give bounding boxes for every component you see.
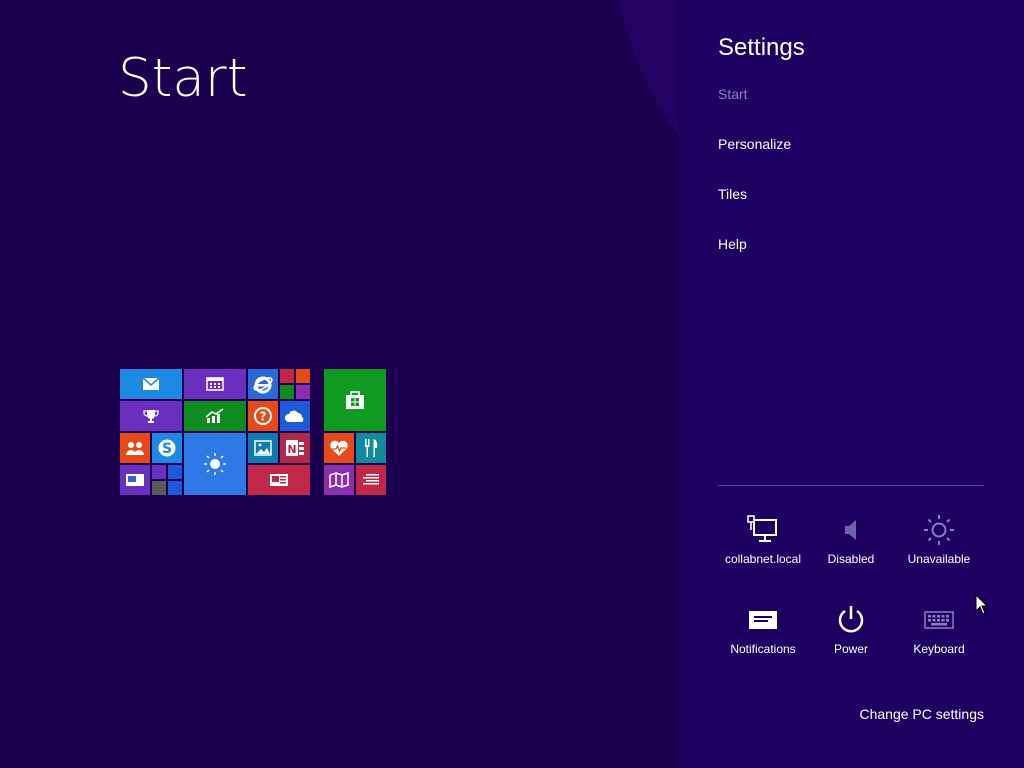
mouse-cursor-icon [975, 594, 989, 615]
settings-menu-tiles[interactable]: Tiles [718, 186, 747, 202]
volume-label: Disabled [827, 552, 875, 566]
chart-icon [205, 408, 224, 423]
food-icon [365, 439, 378, 457]
weather-tile[interactable] [184, 433, 246, 495]
notifications-label: Notifications [730, 642, 796, 656]
onenote-icon: N [286, 440, 304, 456]
skype-tile[interactable]: S [152, 433, 182, 463]
keyboard-icon [924, 611, 954, 629]
photos-tile[interactable] [248, 433, 278, 463]
power-button[interactable]: Power [807, 602, 895, 672]
reading-list-tile[interactable] [356, 465, 386, 495]
internet-explorer-tile[interactable] [248, 369, 278, 399]
notifications-icon [749, 611, 777, 629]
finance-tile[interactable] [184, 401, 246, 431]
svg-text:N: N [287, 443, 296, 456]
settings-menu-personalize[interactable]: Personalize [718, 136, 791, 152]
power-icon [838, 606, 864, 633]
small-tile[interactable] [296, 385, 310, 399]
people-icon [126, 442, 144, 455]
trophy-icon [143, 410, 159, 423]
brightness-icon [924, 515, 954, 545]
food-tile[interactable] [356, 433, 386, 463]
news-icon [270, 474, 288, 486]
network-label: collabnet.local [724, 552, 802, 566]
games-tile[interactable] [120, 401, 182, 431]
news-tile[interactable] [248, 465, 310, 495]
network-icon [747, 515, 777, 542]
heart-icon [330, 440, 348, 456]
keyboard-button[interactable]: Keyboard [895, 602, 983, 672]
calendar-icon [206, 377, 224, 391]
settings-menu-start[interactable]: Start [718, 86, 748, 102]
sun-icon [204, 453, 226, 475]
help-icon: ? [254, 407, 272, 425]
settings-charm-panel: Settings Start Personalize Tiles Help co… [678, 0, 1024, 768]
start-title: Start [118, 48, 248, 109]
notifications-button[interactable]: Notifications [719, 602, 807, 672]
small-tile[interactable] [152, 481, 166, 495]
health-tile[interactable] [324, 433, 354, 463]
skype-icon: S [158, 439, 176, 457]
settings-title: Settings [718, 34, 805, 61]
settings-menu-help[interactable]: Help [718, 236, 747, 252]
background-arc [612, 0, 678, 280]
list-icon [363, 474, 379, 485]
photo-icon [254, 440, 272, 456]
change-pc-settings-link[interactable]: Change PC settings [859, 706, 984, 722]
brightness-button[interactable]: Unavailable [895, 512, 983, 582]
svg-text:S: S [162, 441, 172, 457]
start-screen: Start ? S N [0, 0, 678, 768]
help-tile[interactable]: ? [248, 401, 278, 431]
small-tile[interactable] [152, 465, 166, 479]
onedrive-tile[interactable] [280, 401, 310, 431]
desktop-icon [126, 474, 144, 486]
people-tile[interactable] [120, 433, 150, 463]
svg-text:?: ? [260, 410, 267, 424]
cloud-icon [285, 410, 304, 422]
map-icon [329, 472, 349, 488]
mail-icon [142, 377, 160, 390]
calendar-tile[interactable] [184, 369, 246, 399]
small-tile[interactable] [280, 369, 294, 383]
mail-tile[interactable] [120, 369, 182, 399]
small-tile[interactable] [296, 369, 310, 383]
speaker-icon [845, 520, 856, 540]
small-tile[interactable] [168, 465, 182, 479]
network-button[interactable]: collabnet.local [719, 512, 807, 582]
onenote-tile[interactable]: N [280, 433, 310, 463]
power-label: Power [833, 642, 868, 656]
brightness-label: Unavailable [907, 552, 971, 566]
small-tile[interactable] [280, 385, 294, 399]
store-tile[interactable] [324, 369, 386, 431]
store-icon [346, 391, 364, 409]
desktop-tile[interactable] [120, 465, 150, 495]
settings-divider [718, 485, 984, 486]
small-tile[interactable] [168, 481, 182, 495]
maps-tile[interactable] [324, 465, 354, 495]
volume-button[interactable]: Disabled [807, 512, 895, 582]
internet-explorer-icon [253, 376, 273, 394]
keyboard-label: Keyboard [913, 642, 965, 656]
